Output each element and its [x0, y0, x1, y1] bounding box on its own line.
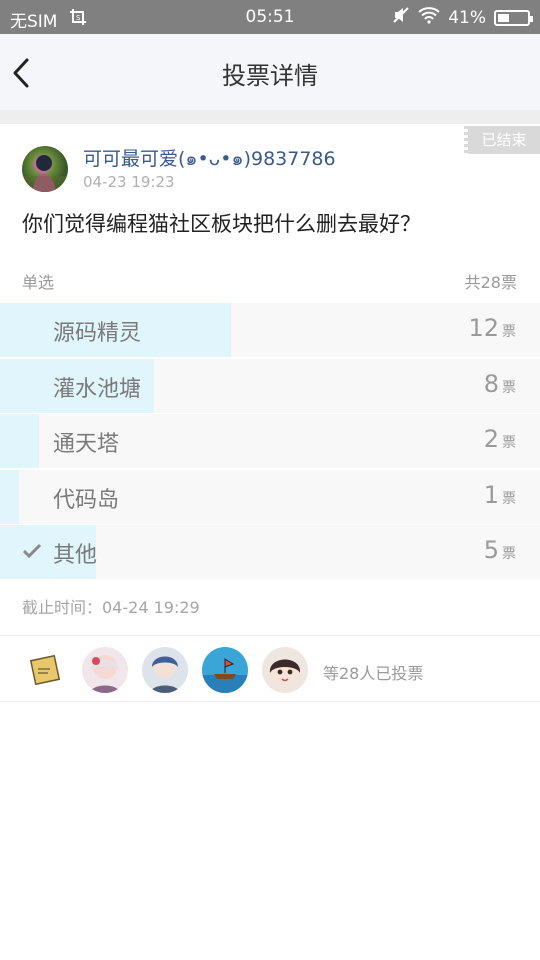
poll-option: 源码精灵 12 票	[0, 303, 540, 357]
poll-card: 已结束 可可最可爱(๑•ᴗ•๑)9837786 04-23 19:23 你们觉得…	[0, 124, 540, 636]
option-bar	[0, 469, 20, 524]
mute-icon	[392, 6, 410, 29]
voter-avatar-stamp[interactable]	[22, 647, 68, 693]
voters-summary[interactable]: 等28人已投票	[323, 660, 423, 684]
poll-option-selected: 其他 5票	[0, 525, 540, 579]
option-votes: 8票	[483, 369, 516, 398]
poll-question: 你们觉得编程猫社区板块把什么删去最好？	[22, 212, 421, 236]
option-label: 代码岛	[53, 487, 120, 513]
author-avatar[interactable]	[22, 146, 68, 192]
poll-option: 灌水池塘 8票	[0, 358, 540, 413]
poll-mode: 单选	[22, 273, 55, 292]
author-name[interactable]: 可可最可爱(๑•ᴗ•๑)9837786	[83, 144, 336, 174]
page-title: 投票详情	[222, 62, 318, 90]
divider	[0, 635, 540, 636]
poll-option: 通天塔 2票	[0, 414, 540, 468]
option-votes: 1票	[483, 480, 516, 509]
poll-deadline: 截止时间：04-24 19:29	[22, 598, 200, 617]
divider	[0, 701, 540, 702]
option-label: 灌水池塘	[53, 376, 142, 402]
battery-percent: 41%	[448, 7, 486, 28]
battery-icon	[494, 9, 533, 26]
option-label: 源码精灵	[53, 321, 142, 346]
ended-badge: 已结束	[464, 126, 540, 154]
poll-options: 源码精灵 12 票 灌水池塘 8票 通天塔 2票 代码岛 1票 其他 5票	[0, 303, 540, 581]
wifi-icon	[418, 6, 440, 29]
option-label: 其他	[53, 543, 98, 568]
checkmark-icon	[22, 543, 42, 559]
nav-bar: 投票详情	[0, 34, 540, 110]
voters-row[interactable]: 等28人已投票	[0, 637, 540, 701]
voter-avatar-boat[interactable]	[202, 647, 248, 693]
voter-avatar-anime-face[interactable]	[262, 647, 308, 693]
option-votes: 2票	[483, 425, 516, 453]
status-right: 41%	[392, 6, 533, 29]
option-bar	[0, 414, 39, 468]
option-label: 通天塔	[53, 432, 120, 457]
poll-option: 代码岛 1票	[0, 469, 540, 524]
poll-total: 共28票	[464, 273, 517, 292]
section-gap	[0, 110, 540, 124]
status-bar: 无SIM S 05:51 41%	[0, 0, 540, 34]
voter-avatar-blue-hair[interactable]	[142, 647, 188, 693]
post-time: 04-23 19:23	[83, 173, 175, 191]
option-votes: 5票	[483, 536, 516, 564]
voter-avatar-anime-girl[interactable]	[82, 647, 128, 693]
option-votes: 12 票	[468, 314, 516, 342]
